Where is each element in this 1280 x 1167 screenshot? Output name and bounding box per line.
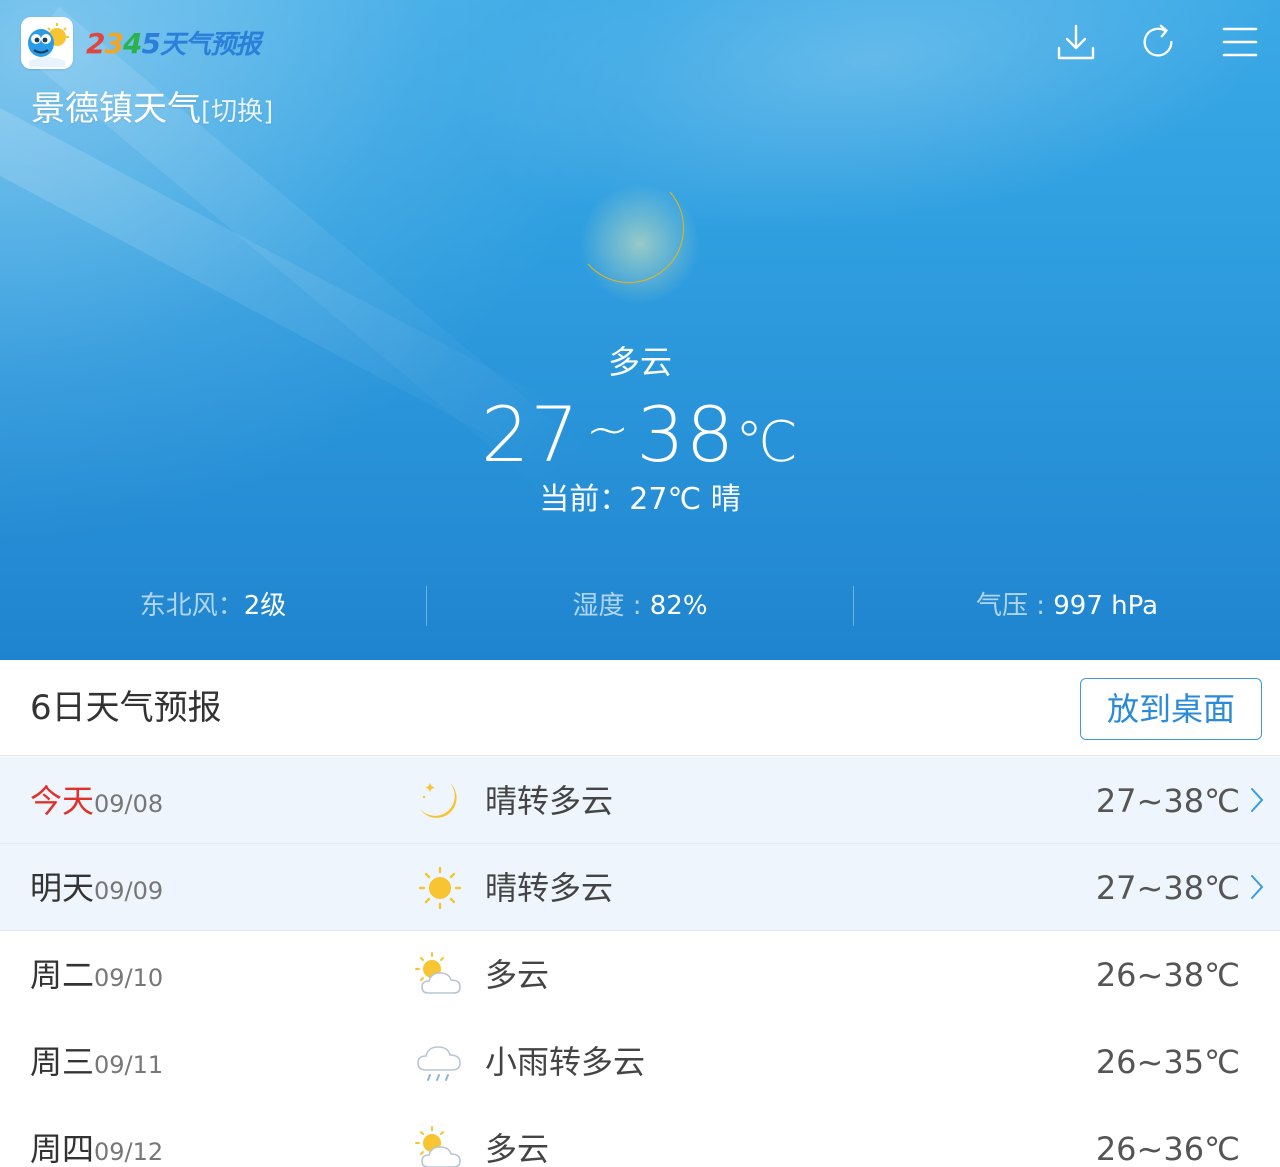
moon-icon <box>578 182 702 306</box>
wind-value: 2级 <box>243 591 287 621</box>
menu-icon[interactable] <box>1220 20 1260 64</box>
refresh-icon[interactable] <box>1138 20 1178 64</box>
partly-cloudy-icon <box>412 1123 468 1167</box>
forecast-condition: 小雨转多云 <box>485 1043 646 1081</box>
forecast-row[interactable]: 明天09/09 晴转多云 27~38℃ <box>0 844 1280 931</box>
light-rain-icon <box>412 1036 468 1088</box>
temp-separator: ~ <box>585 400 631 460</box>
humidity-label: 湿度 : <box>572 591 650 621</box>
brand-digit: 5 <box>141 27 161 60</box>
forecast-condition: 多云 <box>485 956 550 994</box>
forecast-day: 周三09/11 <box>30 1038 163 1089</box>
wind-stat: 东北风：2级 <box>0 584 426 628</box>
forecast-day: 明天09/09 <box>30 864 163 915</box>
forecast-day: 今天09/08 <box>30 777 163 828</box>
humidity-stat: 湿度 : 82% <box>427 584 853 628</box>
forecast-temp: 26~36℃ <box>1095 1130 1240 1167</box>
city-name: 景德镇天气 <box>31 89 201 129</box>
toolbar <box>1056 20 1260 64</box>
temperature-range: 27 ~38℃ <box>0 384 1280 489</box>
forecast-row[interactable]: 今天09/08 晴转多云 27~38℃ <box>0 757 1280 844</box>
forecast-title: 6日天气预报 <box>30 688 222 728</box>
forecast-row[interactable]: 周四09/12 多云 26~36℃ <box>0 1105 1280 1167</box>
forecast-row[interactable]: 周三09/11 小雨转多云 26~35℃ <box>0 1018 1280 1105</box>
city-title: 景德镇天气[切换] <box>31 84 273 137</box>
day-label: 周二 <box>30 956 95 994</box>
partly-cloudy-icon <box>412 949 468 1001</box>
forecast-row[interactable]: 周二09/10 多云 26~38℃ <box>0 931 1280 1018</box>
pin-to-desktop-button[interactable]: 放到桌面 <box>1080 678 1262 740</box>
pressure-stat: 气压 : 997 hPa <box>854 584 1280 628</box>
day-label: 明天 <box>30 869 95 907</box>
humidity-value: 82% <box>649 591 708 621</box>
day-date: 09/09 <box>94 877 164 905</box>
current-reading: 当前：27℃ 晴 <box>539 482 741 517</box>
day-date: 09/11 <box>94 1051 164 1079</box>
day-date: 09/12 <box>94 1138 164 1166</box>
temp-unit: ℃ <box>735 410 799 475</box>
pressure-label: 气压 : <box>975 591 1054 621</box>
forecast-temp: 26~38℃ <box>1095 956 1240 994</box>
forecast-condition: 晴转多云 <box>485 782 614 820</box>
forecast-temp: 26~35℃ <box>1095 1043 1240 1081</box>
pressure-value: 997 hPa <box>1053 591 1159 621</box>
switch-city-link[interactable]: [切换] <box>201 97 273 127</box>
forecast-day: 周二09/10 <box>30 951 163 1002</box>
brand-digit: 4 <box>122 27 143 60</box>
sun-icon <box>412 862 468 914</box>
forecast-condition: 晴转多云 <box>485 869 614 907</box>
forecast-temp: 27~38℃ <box>1095 782 1240 820</box>
forecast-condition: 多云 <box>485 1130 550 1167</box>
day-label: 周三 <box>30 1043 95 1081</box>
moon-icon <box>412 775 468 827</box>
brand-digit: 3 <box>104 27 124 60</box>
app-brand: 2345天气预报 <box>86 24 261 64</box>
download-icon[interactable] <box>1056 20 1096 64</box>
chevron-right-icon[interactable] <box>1248 870 1266 904</box>
chevron-right-icon[interactable] <box>1248 783 1266 817</box>
current-condition: 多云 <box>607 343 672 381</box>
forecast-header: 6日天气预报 放到桌面 <box>0 660 1280 756</box>
day-date: 09/08 <box>94 790 164 818</box>
day-label: 周四 <box>30 1130 95 1167</box>
forecast-day: 周四09/12 <box>30 1125 163 1167</box>
day-label: 今天 <box>30 782 95 820</box>
weather-stats: 东北风：2级 湿度 : 82% 气压 : 997 hPa <box>0 584 1280 628</box>
brand-text: 天气预报 <box>159 30 261 60</box>
brand-digit: 2 <box>86 27 106 60</box>
day-date: 09/10 <box>94 964 164 992</box>
forecast-list: 今天09/08 晴转多云 27~38℃ 明天09/09 晴转多云 27~38℃ … <box>0 757 1280 1167</box>
temp-low: 27 <box>481 390 580 479</box>
forecast-temp: 27~38℃ <box>1095 869 1240 907</box>
wind-label: 东北风： <box>139 591 244 621</box>
temp-high: 38 <box>636 390 736 479</box>
app-logo-icon[interactable] <box>21 17 73 69</box>
weather-hero: 2345天气预报 景德镇天气[切换] 多云 27 ~38℃ 当前：27℃ 晴 东… <box>0 0 1280 660</box>
